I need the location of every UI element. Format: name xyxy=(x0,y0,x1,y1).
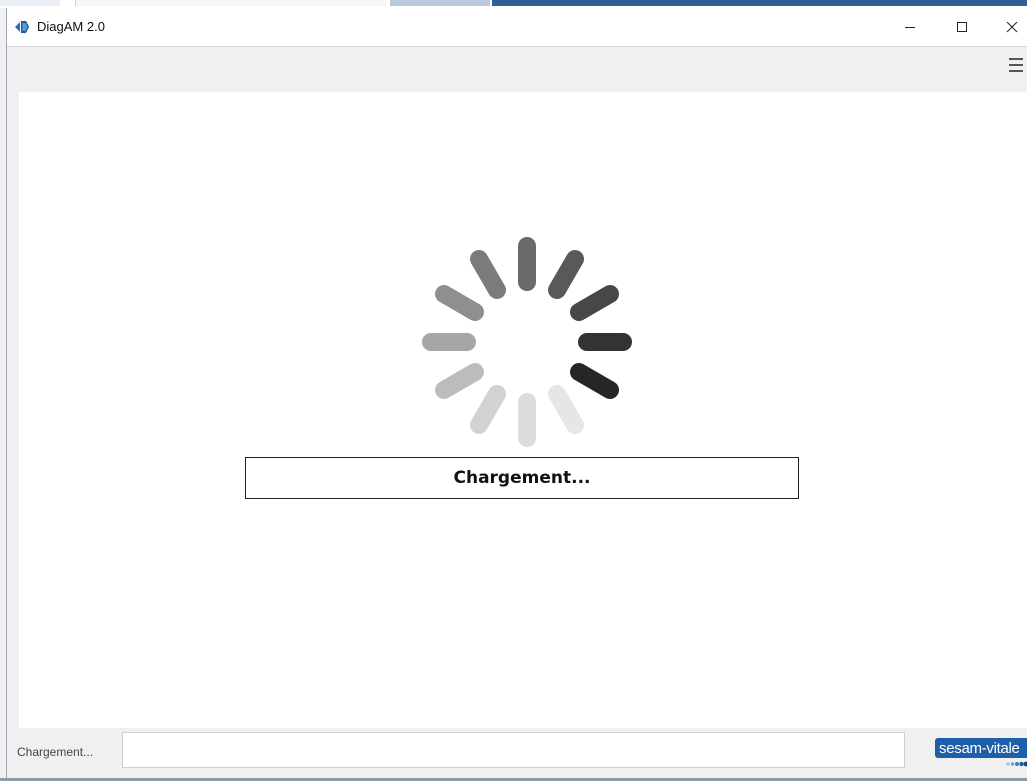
maximize-icon xyxy=(957,22,967,32)
sesam-vitale-logo-text: sesam-vitale xyxy=(935,738,1027,758)
background-tab xyxy=(390,0,490,6)
spinner-spoke xyxy=(548,385,584,434)
status-progress-field xyxy=(122,732,905,768)
background-windows-strip xyxy=(0,0,1027,8)
background-tab xyxy=(75,0,386,6)
logo-dots-icon xyxy=(1006,761,1027,767)
desktop: DiagAM 2.0 Chargement... Chargement... s… xyxy=(0,0,1027,781)
minimize-icon xyxy=(905,27,915,28)
background-tab xyxy=(492,0,1027,6)
status-bar: Chargement... sesam-vitale xyxy=(7,728,1027,778)
spinner-spoke xyxy=(470,250,506,299)
close-button[interactable] xyxy=(989,8,1027,46)
loading-message: Chargement... xyxy=(453,468,591,488)
spinner-spoke xyxy=(435,363,484,399)
minimize-button[interactable] xyxy=(887,8,933,46)
app-logo-icon xyxy=(15,21,29,33)
app-window: DiagAM 2.0 Chargement... Chargement... s… xyxy=(6,8,1027,778)
close-icon xyxy=(1006,21,1018,33)
main-content: Chargement... xyxy=(19,92,1027,728)
window-title: DiagAM 2.0 xyxy=(37,19,105,34)
spinner-spoke xyxy=(570,363,619,399)
spinner-icon xyxy=(422,237,632,447)
sesam-vitale-logo: sesam-vitale xyxy=(935,738,1027,774)
loading-message-box: Chargement... xyxy=(245,457,799,499)
hamburger-menu-icon[interactable] xyxy=(1009,58,1023,72)
spinner-spoke xyxy=(570,285,619,321)
spinner-spoke xyxy=(548,250,584,299)
spinner-spoke xyxy=(435,285,484,321)
spinner-spoke xyxy=(470,385,506,434)
status-label: Chargement... xyxy=(17,745,94,759)
title-bar[interactable]: DiagAM 2.0 xyxy=(7,8,1027,47)
background-tab xyxy=(0,0,60,6)
maximize-button[interactable] xyxy=(939,8,985,46)
